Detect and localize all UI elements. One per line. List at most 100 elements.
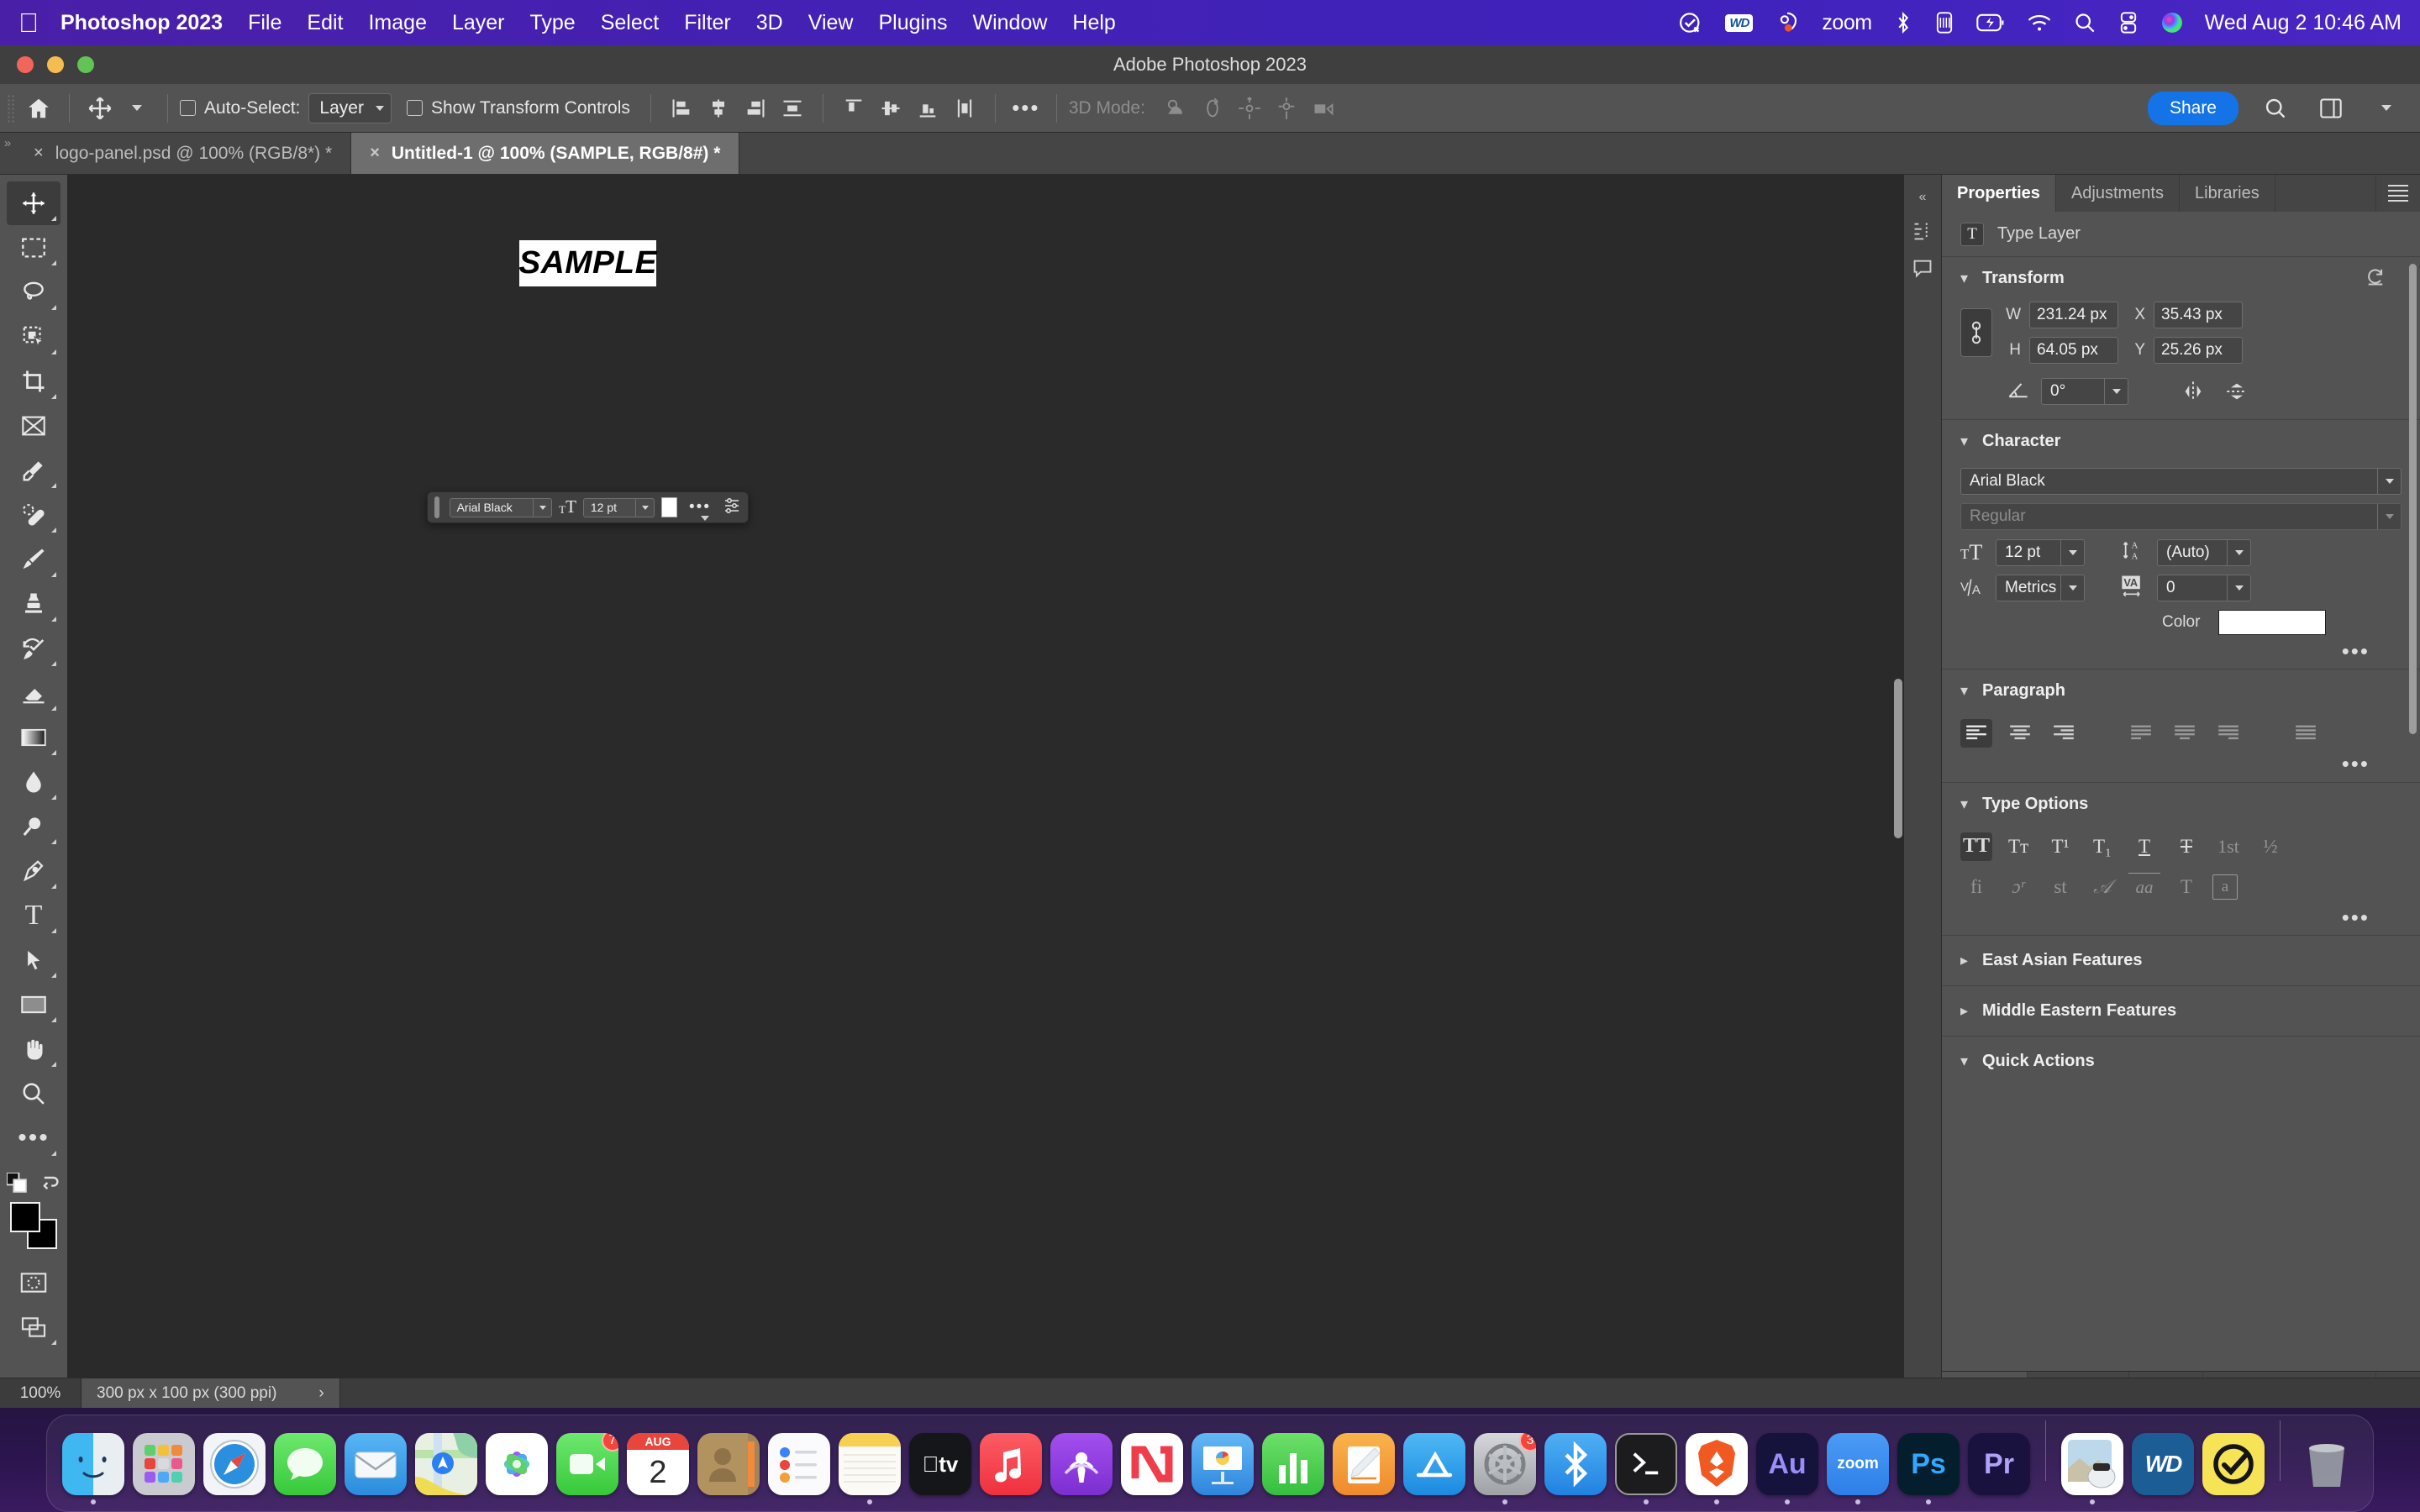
menu-filter[interactable]: Filter: [684, 11, 731, 35]
dock-item-safari[interactable]: [203, 1433, 266, 1504]
dock-item-todoist[interactable]: [2202, 1433, 2265, 1504]
cleanmymac-icon[interactable]: [1775, 10, 1800, 35]
kerning-dropdown[interactable]: Metrics: [1996, 575, 2085, 601]
align-distribute-horizontal-icon[interactable]: [774, 92, 811, 125]
object-selection-tool[interactable]: [7, 315, 60, 359]
menu-help[interactable]: Help: [1072, 11, 1115, 35]
home-icon[interactable]: [20, 92, 57, 125]
sample-text-layer[interactable]: SAMPLE: [518, 245, 657, 281]
chevron-down-icon[interactable]: ▾: [1960, 682, 1972, 700]
middle-eastern-features-section[interactable]: ▸ Middle Eastern Features: [1942, 986, 2420, 1037]
link-aspect-ratio-icon[interactable]: [1960, 308, 1992, 357]
horizontal-type-tool[interactable]: T: [7, 894, 60, 937]
chevron-down-icon[interactable]: [2104, 379, 2128, 404]
3d-roll-icon[interactable]: [1194, 92, 1231, 125]
3d-rotate-icon[interactable]: [1157, 92, 1194, 125]
keyboard-battery-icon[interactable]: [1934, 11, 1954, 34]
menu-file[interactable]: File: [248, 11, 281, 35]
titling-alternates-icon[interactable]: aa: [2128, 873, 2160, 901]
paragraph-header[interactable]: ▾ Paragraph: [1942, 681, 2420, 709]
dock-item-maps[interactable]: [415, 1433, 477, 1504]
dock-item-calendar[interactable]: AUG 2: [627, 1433, 689, 1504]
brush-tool[interactable]: [7, 538, 60, 581]
canvas-area[interactable]: SAMPLE Arial Black TT 12 pt •••: [67, 175, 1904, 1408]
dock-item-facetime[interactable]: 7: [556, 1433, 618, 1504]
frame-tool[interactable]: [7, 404, 60, 448]
underline-icon[interactable]: T: [2128, 832, 2160, 861]
zoom-tool[interactable]: [7, 1072, 60, 1116]
comments-panel-icon[interactable]: [1912, 257, 1933, 279]
character-more-options-icon[interactable]: •••: [1942, 647, 2420, 655]
fractions-icon[interactable]: ½: [2254, 832, 2286, 861]
dock-item-pages[interactable]: [1333, 1433, 1395, 1504]
zoom-button[interactable]: [77, 56, 94, 73]
tab-libraries[interactable]: Libraries: [2180, 175, 2275, 212]
3d-pan-icon[interactable]: [1231, 92, 1268, 125]
height-input[interactable]: 64.05 px: [2029, 337, 2118, 364]
battery-charging-icon[interactable]: [1976, 12, 2005, 34]
chevron-right-icon[interactable]: ▸: [1960, 952, 1972, 969]
y-input[interactable]: 25.26 px: [2154, 337, 2243, 364]
document-tab-logo-panel[interactable]: × logo-panel.psd @ 100% (RGB/8*) *: [15, 133, 351, 174]
spotlight-search-icon[interactable]: [2074, 12, 2096, 34]
justify-all-icon[interactable]: [2290, 719, 2322, 748]
dodge-tool[interactable]: [7, 805, 60, 848]
strikethrough-icon[interactable]: T: [2170, 832, 2202, 861]
gradient-tool[interactable]: [7, 716, 60, 759]
tracking-dropdown[interactable]: 0: [2157, 575, 2251, 601]
flip-horizontal-icon[interactable]: [2177, 377, 2209, 406]
menu-layer[interactable]: Layer: [452, 11, 505, 35]
more-options-icon[interactable]: •••: [1007, 92, 1044, 125]
zoom-level[interactable]: 100%: [0, 1384, 81, 1403]
search-icon[interactable]: [2257, 92, 2294, 125]
rectangle-tool[interactable]: [7, 983, 60, 1026]
dock-item-photos[interactable]: [486, 1433, 548, 1504]
dock-item-adobe-photoshop[interactable]: Ps: [1897, 1433, 1960, 1504]
dock-item-finder[interactable]: [62, 1433, 124, 1504]
menu-select[interactable]: Select: [601, 11, 659, 35]
tab-properties[interactable]: Properties: [1942, 175, 2056, 212]
menu-3d[interactable]: 3D: [756, 11, 783, 35]
chevron-down-icon[interactable]: [2377, 504, 2401, 529]
dock-item-messages[interactable]: [274, 1433, 336, 1504]
dock-item-keynote[interactable]: [1192, 1433, 1254, 1504]
swap-colors-icon[interactable]: [40, 1173, 60, 1197]
align-left-edges-icon[interactable]: [663, 92, 700, 125]
x-input[interactable]: 35.43 px: [2154, 302, 2243, 328]
justify-last-right-icon[interactable]: [2212, 719, 2244, 748]
dock-item-contacts[interactable]: [697, 1433, 760, 1504]
pen-tool[interactable]: [7, 849, 60, 893]
flip-vertical-icon[interactable]: [2221, 377, 2253, 406]
chevron-down-icon[interactable]: [2368, 92, 2405, 125]
contextual-alternates-icon[interactable]: st: [2044, 873, 2076, 901]
width-input[interactable]: 231.24 px: [2029, 302, 2118, 328]
menu-edit[interactable]: Edit: [307, 11, 343, 35]
align-bottom-edges-icon[interactable]: [909, 92, 946, 125]
dock-item-wd-drive-utility[interactable]: WD: [2132, 1433, 2194, 1504]
leading-dropdown[interactable]: (Auto): [2157, 539, 2251, 566]
eyedropper-tool[interactable]: [7, 449, 60, 492]
discretionary-ligatures-icon[interactable]: ɔʳ: [2002, 873, 2034, 901]
quick-actions-section[interactable]: ▾ Quick Actions: [1942, 1037, 2420, 1086]
chevron-down-icon[interactable]: [2060, 540, 2084, 565]
chevron-down-icon[interactable]: ▾: [1960, 433, 1972, 450]
all-caps-icon[interactable]: TT: [1960, 832, 1992, 861]
dock-item-adobe-premiere[interactable]: Pr: [1968, 1433, 2030, 1504]
move-tool-icon[interactable]: [82, 92, 118, 125]
apple-logo-icon[interactable]: : [18, 9, 39, 36]
justify-last-left-icon[interactable]: [2125, 719, 2157, 748]
lasso-tool[interactable]: [7, 270, 60, 314]
menubar-clock[interactable]: Wed Aug 2 10:46 AM: [2205, 11, 2402, 35]
chevron-down-icon[interactable]: [2227, 540, 2250, 565]
3d-slide-icon[interactable]: [1268, 92, 1305, 125]
dock-item-podcasts[interactable]: [1050, 1433, 1113, 1504]
dock-item-news[interactable]: [1121, 1433, 1183, 1504]
text-color-swatch[interactable]: [2218, 610, 2326, 635]
edit-toolbar[interactable]: •••: [7, 1116, 60, 1160]
dock-item-system-settings[interactable]: 3: [1474, 1433, 1536, 1504]
align-right-icon[interactable]: [2048, 719, 2080, 748]
chevron-down-icon[interactable]: [2060, 575, 2084, 601]
quick-mask-icon[interactable]: [7, 1261, 60, 1305]
close-button[interactable]: [17, 56, 34, 73]
options-bar-grip[interactable]: [7, 94, 15, 123]
